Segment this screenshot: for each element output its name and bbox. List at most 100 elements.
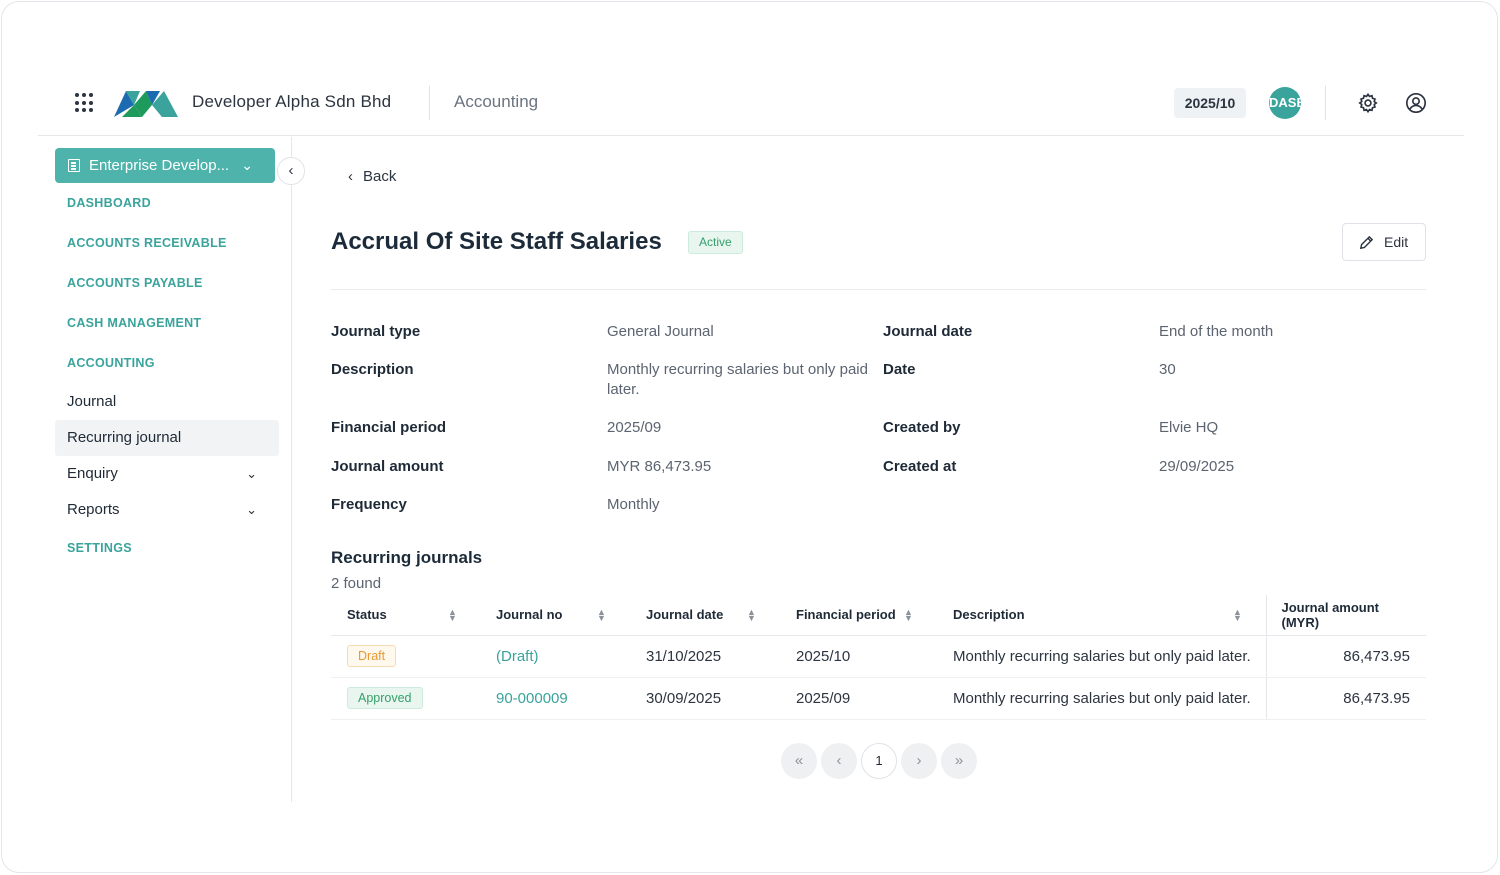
sidebar-item-reports[interactable]: Reports ⌄ — [55, 492, 279, 528]
journal-type-value: General Journal — [607, 323, 714, 340]
financial-period-label: Financial period — [331, 419, 447, 436]
nav-dashboard[interactable]: DASHBOARD — [67, 196, 151, 210]
journal-date-cell: 30/09/2025 — [630, 677, 780, 720]
column-header-journal-no[interactable]: Journal no ▲ ▼ — [480, 595, 630, 636]
sidebar-item-recurring-journal[interactable]: Recurring journal — [55, 420, 279, 456]
frequency-value: Monthly — [607, 496, 660, 513]
column-label: Description — [953, 607, 1025, 623]
edit-button[interactable]: Edit — [1342, 223, 1426, 261]
chevron-down-icon: ⌄ — [246, 502, 257, 517]
journal-no-cell[interactable]: (Draft) — [480, 635, 630, 678]
column-label: Financial period — [796, 607, 896, 623]
description-cell: Monthly recurring salaries but only paid… — [937, 635, 1266, 678]
journal-type-label: Journal type — [331, 323, 421, 340]
sidebar-item-enquiry[interactable]: Enquiry ⌄ — [55, 456, 279, 492]
recurring-journals-title: Recurring journals — [331, 548, 483, 567]
created-at-label: Created at — [883, 458, 957, 475]
column-header-journal-date[interactable]: Journal date ▲ ▼ — [630, 595, 780, 636]
table-row[interactable]: Approved 90-000009 30/09/2025 2025/09 Mo… — [331, 677, 1426, 720]
nav-accounts-receivable[interactable]: ACCOUNTS RECEIVABLE — [67, 236, 227, 250]
top-header: Developer Alpha Sdn Bhd Accounting 2025/… — [38, 72, 1464, 136]
entity-label: Enterprise Develop... — [89, 157, 230, 174]
nav-accounts-payable[interactable]: ACCOUNTS PAYABLE — [67, 276, 203, 290]
section-divider — [331, 289, 1426, 290]
next-page-button[interactable]: › — [901, 743, 937, 779]
chevron-down-icon: ⌄ — [246, 466, 257, 481]
sort-icon[interactable]: ▲ ▼ — [448, 608, 457, 623]
page-number-button[interactable]: 1 — [861, 743, 897, 779]
status-cell: Approved — [331, 677, 480, 720]
journal-no-link[interactable]: 90-000009 — [496, 690, 568, 707]
column-header-financial-period[interactable]: Financial period ▲ ▼ — [780, 595, 937, 636]
created-at-value: 29/09/2025 — [1159, 458, 1235, 475]
column-header-status[interactable]: Status ▲ ▼ — [331, 595, 480, 636]
date-label: Date — [883, 361, 916, 378]
column-label: Journal no — [496, 607, 563, 623]
building-icon — [68, 159, 80, 172]
pagination: « ‹ 1 › » — [781, 743, 977, 779]
nav-accounting[interactable]: ACCOUNTING — [67, 356, 155, 370]
sidebar-item-label: Recurring journal — [67, 429, 182, 446]
sidebar-item-label: Journal — [67, 393, 117, 410]
sidebar-item-label: Enquiry — [67, 465, 118, 482]
collapse-sidebar-button[interactable]: ‹ — [277, 157, 305, 185]
journal-no-cell[interactable]: 90-000009 — [480, 677, 630, 720]
company-logo — [114, 91, 178, 117]
pencil-icon — [1359, 235, 1374, 249]
journal-amount-value: MYR 86,473.95 — [607, 458, 712, 475]
journal-date-cell: 31/10/2025 — [630, 635, 780, 678]
sidebar-item-journal[interactable]: Journal — [55, 384, 279, 420]
period-chip[interactable]: 2025/10 — [1174, 88, 1246, 118]
company-name: Developer Alpha Sdn Bhd — [192, 92, 392, 111]
nav-settings[interactable]: SETTINGS — [67, 541, 132, 555]
financial-period-cell: 2025/10 — [780, 635, 937, 678]
sort-icon[interactable]: ▲ ▼ — [747, 608, 756, 623]
last-page-button[interactable]: » — [941, 743, 977, 779]
sidebar: Enterprise Develop... ⌄ ‹ DASHBOARD ACCO… — [38, 137, 305, 802]
recurring-journals-table: Status ▲ ▼ Journal no ▲ ▼ Journal date ▲ ▼ Fin… — [331, 595, 1426, 720]
apps-grid-icon[interactable] — [75, 93, 95, 113]
table-row[interactable]: Draft (Draft) 31/10/2025 2025/10 Monthly… — [331, 635, 1426, 678]
back-link[interactable]: ‹ Back — [348, 168, 396, 185]
column-header-amount: Journal amount (MYR) — [1265, 595, 1426, 636]
sort-icon[interactable]: ▲ ▼ — [597, 608, 606, 623]
frequency-label: Frequency — [331, 496, 407, 513]
avatar[interactable]: DASB — [1269, 87, 1301, 119]
journal-amount-label: Journal amount — [331, 458, 444, 475]
column-header-description[interactable]: Description ▲ ▼ — [937, 595, 1266, 636]
amount-cell: 86,473.95 — [1265, 677, 1426, 720]
description-value: Monthly recurring salaries but only paid… — [607, 361, 868, 398]
page-title: Accrual Of Site Staff Salaries — [331, 228, 662, 255]
module-name: Accounting — [454, 92, 539, 111]
chevron-down-icon: ⌄ — [241, 157, 253, 173]
amount-cell: 86,473.95 — [1265, 635, 1426, 678]
description-label: Description — [331, 361, 414, 378]
edit-label: Edit — [1384, 234, 1409, 250]
gear-icon[interactable] — [1357, 92, 1379, 114]
financial-period-cell: 2025/09 — [780, 677, 937, 720]
status-cell: Draft — [331, 635, 480, 678]
chevron-left-icon: ‹ — [348, 168, 353, 185]
sort-icon[interactable]: ▲ ▼ — [1233, 608, 1242, 623]
journal-no-link[interactable]: (Draft) — [496, 648, 539, 665]
header-divider — [1325, 86, 1326, 120]
created-by-value: Elvie HQ — [1159, 419, 1219, 436]
nav-cash-management[interactable]: CASH MANAGEMENT — [67, 316, 201, 330]
first-page-button[interactable]: « — [781, 743, 817, 779]
sidebar-item-label: Reports — [67, 501, 120, 518]
table-header-row: Status ▲ ▼ Journal no ▲ ▼ Journal date ▲ ▼ Fin… — [331, 595, 1426, 636]
prev-page-button[interactable]: ‹ — [821, 743, 857, 779]
entity-selector[interactable]: Enterprise Develop... ⌄ — [55, 148, 275, 183]
column-label: Status — [347, 607, 387, 623]
status-badge: Draft — [347, 645, 397, 667]
user-profile-icon[interactable] — [1405, 92, 1427, 114]
back-label: Back — [363, 168, 397, 185]
created-by-label: Created by — [883, 419, 961, 436]
sort-icon[interactable]: ▲ ▼ — [904, 608, 913, 623]
date-value: 30 — [1159, 361, 1176, 378]
status-badge: Approved — [347, 687, 423, 709]
financial-period-value: 2025/09 — [607, 419, 662, 436]
column-label: Journal date — [646, 607, 724, 623]
results-count: 2 found — [331, 575, 382, 592]
status-badge: Active — [688, 231, 743, 254]
